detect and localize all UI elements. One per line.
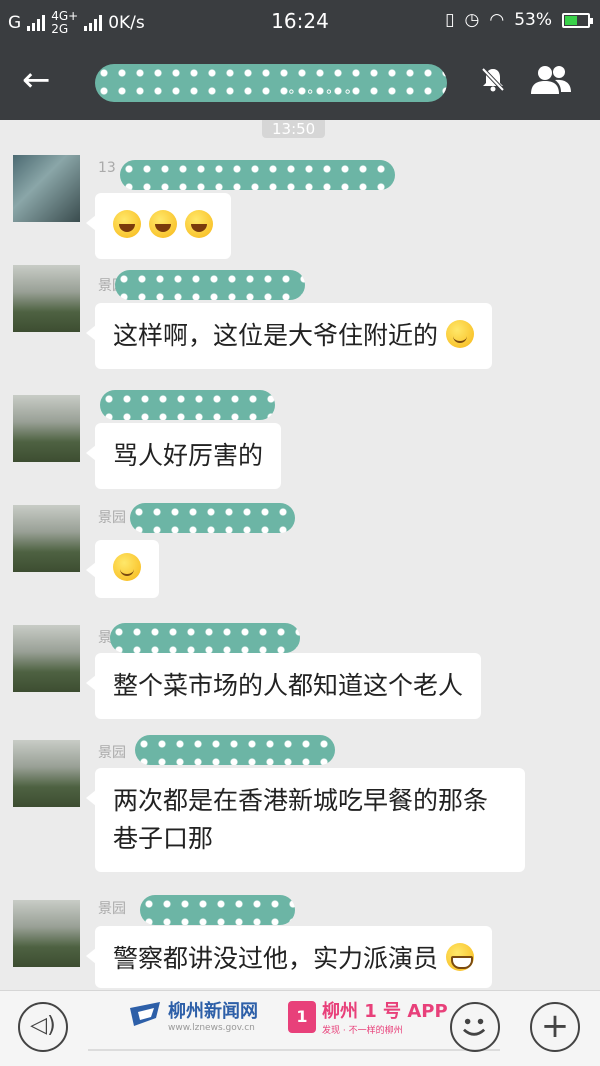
sender-name-mosaic: [115, 270, 305, 300]
message-bubble[interactable]: [86, 193, 231, 259]
avatar[interactable]: [13, 265, 80, 332]
battery-icon: [562, 12, 593, 28]
message-bubble[interactable]: 骂人好厉害的: [85, 423, 282, 489]
avatar[interactable]: [13, 625, 80, 692]
battery-percent: 53%: [514, 10, 552, 30]
wifi-icon: ◠: [489, 10, 505, 30]
message-bubble[interactable]: 整个菜市场的人都知道这个老人: [85, 653, 482, 719]
watermark-left-url: www.lznews.gov.cn: [168, 1023, 255, 1033]
lznews-logo-icon: [130, 1002, 160, 1026]
emoji-face-icon[interactable]: [450, 1002, 500, 1052]
sender-prefix: 景园: [98, 510, 126, 526]
message-text: 这样啊，这位是大爷住附近的: [113, 321, 439, 350]
grinning-emoji-icon: [445, 943, 474, 971]
avatar[interactable]: [13, 395, 80, 462]
status-bar: G 4G+ 2G 0K/s 16:24 ▯ ◷ ◠ 53%: [0, 0, 600, 42]
laughing-emoji-icon: [184, 210, 213, 238]
message-text: 两次都是在香港新城吃早餐的那条巷子口那: [113, 786, 489, 853]
laughing-emoji-icon: [113, 210, 141, 238]
message-text: 警察都讲没过他，实力派演员: [113, 944, 439, 973]
app-logo-icon: 1: [288, 1000, 316, 1033]
sender-prefix: 景园: [98, 901, 126, 917]
avatar[interactable]: [13, 740, 80, 807]
watermark-left-title: 柳州新闻网: [168, 1001, 258, 1022]
avatar[interactable]: [13, 900, 80, 967]
plus-icon[interactable]: +: [530, 1002, 580, 1052]
message-bubble[interactable]: 警察都讲没过他，实力派演员: [86, 926, 492, 988]
watermark-lznews: 柳州新闻网 www.lznews.gov.cn: [128, 997, 258, 1033]
sender-name-mosaic: [120, 160, 395, 190]
chat-title-dots: ∘∘∘∘: [287, 84, 363, 100]
input-underline[interactable]: [88, 1049, 500, 1051]
message-text: 整个菜市场的人都知道这个老人: [113, 671, 464, 700]
battery-fill: [565, 15, 577, 25]
sender-name-mosaic: [130, 503, 295, 533]
sender-name-mosaic: [110, 623, 300, 653]
sender-name-mosaic: [135, 735, 335, 765]
avatar[interactable]: [13, 505, 80, 572]
smiling-emoji-icon: [113, 553, 141, 581]
vibrate-icon: ▯: [445, 10, 455, 30]
input-bar: ◁) 柳州新闻网 www.lznews.gov.cn 1 柳州 1 号 APP …: [0, 990, 600, 1066]
sender-name-mosaic: [100, 390, 275, 420]
watermark-right-title: 柳州 1 号 APP: [322, 1001, 448, 1022]
smiling-emoji-icon: [445, 320, 474, 348]
sender-prefix: 13: [98, 160, 116, 176]
watermark-app: 1 柳州 1 号 APP 发现 · 不一样的柳州: [288, 997, 448, 1036]
watermark-right-sub: 发现 · 不一样的柳州: [322, 1026, 403, 1036]
chat-header: ←: [0, 42, 600, 120]
laughing-emoji-icon: [148, 210, 177, 238]
bell-muted-icon[interactable]: [478, 64, 508, 94]
voice-input-icon[interactable]: ◁): [18, 1002, 68, 1052]
message-bubble[interactable]: 这样啊，这位是大爷住附近的: [86, 303, 492, 369]
message-bubble[interactable]: [86, 540, 159, 598]
message-timestamp: 13:50: [262, 120, 326, 138]
group-members-icon[interactable]: [527, 62, 575, 98]
message-bubble[interactable]: 两次都是在香港新城吃早餐的那条巷子口那: [86, 768, 525, 872]
back-arrow-icon[interactable]: ←: [22, 60, 51, 100]
message-text: 骂人好厉害的: [113, 441, 264, 470]
alarm-icon: ◷: [464, 10, 480, 30]
avatar[interactable]: [13, 155, 80, 222]
sender-name-mosaic: [140, 895, 295, 925]
sender-prefix: 景园: [98, 745, 126, 761]
chat-title-mosaic: [95, 64, 447, 102]
